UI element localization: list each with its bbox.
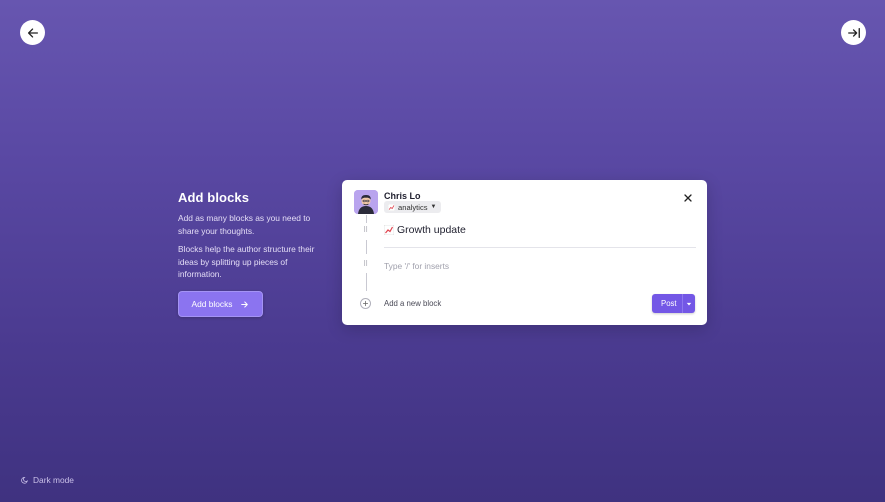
drag-handle-icon[interactable]: ⠿ bbox=[363, 260, 368, 268]
avatar-illustration bbox=[354, 190, 378, 214]
chart-increasing-icon bbox=[388, 203, 395, 211]
block-divider bbox=[384, 247, 696, 248]
add-block-label[interactable]: Add a new block bbox=[384, 299, 441, 308]
intro-title: Add blocks bbox=[178, 190, 250, 205]
caret-down-icon: ▼ bbox=[430, 204, 437, 210]
author-name: Chris Lo bbox=[384, 191, 421, 201]
block-input-placeholder[interactable]: Type '/' for inserts bbox=[384, 261, 449, 271]
back-button[interactable] bbox=[20, 20, 45, 45]
intro-paragraph-2: Blocks help the author structure their i… bbox=[178, 244, 315, 279]
add-blocks-button-label: Add blocks bbox=[191, 299, 233, 309]
dark-mode-toggle[interactable]: Dark mode bbox=[21, 475, 74, 485]
add-blocks-button[interactable]: Add blocks bbox=[178, 291, 263, 317]
post-split-button: Post bbox=[652, 294, 695, 313]
timeline-connector bbox=[365, 240, 367, 254]
topic-tag-dropdown[interactable]: analytics ▼ bbox=[384, 201, 441, 213]
post-button[interactable]: Post bbox=[652, 299, 682, 308]
intro-section: Add blocks Add as many blocks as you nee… bbox=[178, 190, 328, 287]
avatar bbox=[354, 190, 378, 214]
topic-tag-label: analytics bbox=[398, 202, 428, 212]
moon-icon bbox=[21, 476, 28, 484]
timeline-connector bbox=[365, 273, 367, 291]
block-title[interactable]: Growth update bbox=[384, 224, 466, 236]
caret-down-icon bbox=[686, 302, 692, 305]
dark-mode-label: Dark mode bbox=[33, 475, 74, 485]
block-title-text: Growth update bbox=[397, 224, 466, 236]
post-composer-card: Chris Lo analytics ▼ ⠿ Growth update ⠿ T… bbox=[342, 180, 707, 325]
arrow-right-to-bar-icon bbox=[847, 27, 860, 38]
plus-icon bbox=[362, 300, 369, 307]
intro-paragraph-1: Add as many blocks as you need to share … bbox=[178, 213, 311, 236]
post-options-button[interactable] bbox=[683, 301, 695, 307]
collapse-panel-button[interactable] bbox=[841, 20, 866, 45]
chart-increasing-emoji-icon bbox=[384, 225, 394, 235]
drag-handle-icon[interactable]: ⠿ bbox=[363, 226, 368, 234]
close-icon[interactable] bbox=[683, 193, 693, 203]
arrow-right-icon bbox=[241, 300, 249, 308]
add-block-button[interactable] bbox=[360, 298, 371, 309]
timeline-connector bbox=[365, 215, 367, 223]
arrow-left-icon bbox=[27, 27, 38, 38]
